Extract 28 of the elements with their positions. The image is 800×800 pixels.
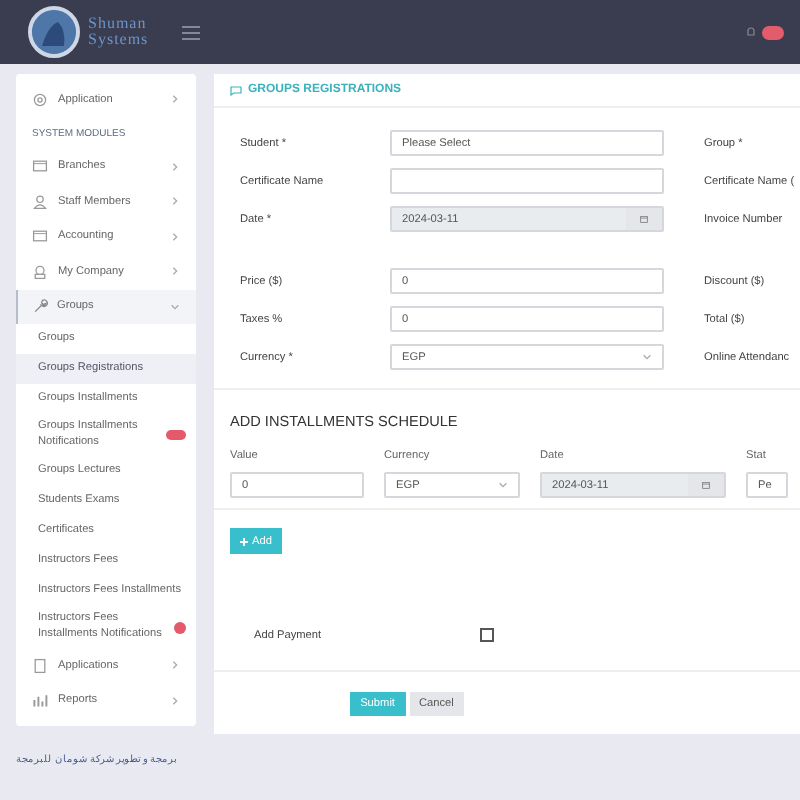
person-icon	[32, 193, 48, 210]
chevron-icon	[642, 352, 652, 362]
folder-icon	[32, 228, 48, 245]
document-icon	[32, 657, 48, 674]
gear-icon	[32, 91, 48, 108]
chevron-icon	[170, 301, 180, 312]
chevron-icon	[170, 231, 180, 242]
logo-text: Systems	[88, 32, 149, 48]
input-field[interactable]	[390, 168, 664, 194]
chevron-icon	[170, 94, 180, 105]
chevron-icon	[170, 660, 180, 671]
bell-icon[interactable]	[746, 26, 756, 38]
checkbox[interactable]	[480, 628, 494, 642]
chat-icon	[230, 85, 242, 95]
logo-text: Shuman	[88, 16, 149, 32]
chevron-icon	[170, 196, 180, 207]
chevron-icon	[170, 266, 180, 277]
logo-icon	[28, 6, 80, 58]
chart-icon	[32, 692, 48, 709]
menu-icon[interactable]	[182, 25, 201, 39]
plus-icon	[240, 537, 248, 545]
notification-badge	[762, 25, 784, 39]
chevron-icon	[170, 695, 180, 706]
chevron-icon	[498, 480, 508, 490]
calendar-icon[interactable]	[626, 208, 662, 230]
chevron-icon	[170, 161, 180, 172]
folder-icon	[32, 158, 48, 175]
calendar-icon[interactable]	[688, 474, 724, 496]
